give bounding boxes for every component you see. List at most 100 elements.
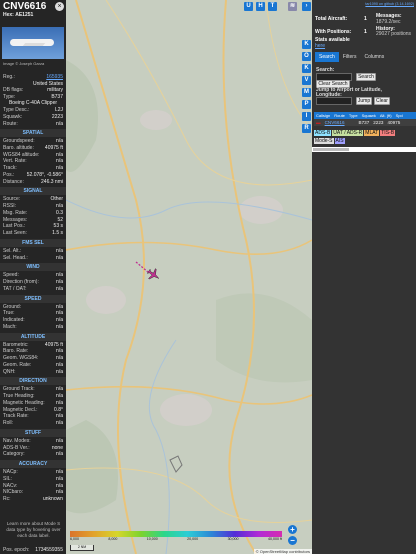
info-row-label: RSSI: — [3, 203, 17, 210]
aircraft-hex: Hex: AE1251 — [3, 12, 33, 18]
zoom-in-button[interactable]: + — [288, 525, 297, 534]
section-header-wind[interactable]: WIND — [0, 263, 66, 272]
column-header[interactable]: Squawk — [360, 112, 378, 119]
column-header[interactable]: Type — [347, 112, 360, 119]
info-row-value: 52 — [57, 216, 63, 223]
info-row-label: QNH: — [3, 368, 16, 375]
info-row-label: Last Seen: — [3, 230, 27, 237]
info-row-label: Pos. epoch: — [3, 547, 30, 553]
info-row-value: 246.3 nmi — [41, 178, 63, 185]
info-row-value: United States — [32, 80, 63, 87]
info-row-value: n/a — [56, 475, 63, 482]
info-row-value: 40975 ft — [44, 341, 63, 348]
map-button-h[interactable]: H — [256, 2, 265, 11]
info-row-label: True Heading: — [3, 393, 35, 400]
source-badge: AIS — [334, 138, 345, 144]
section-header-spatial[interactable]: SPATIAL — [0, 129, 66, 138]
info-row-value: n/a — [56, 285, 63, 292]
section-header-direction[interactable]: DIRECTION — [0, 377, 66, 386]
source-badge: Mode-S — [314, 138, 334, 144]
info-row-label: WGS84 altitude: — [3, 151, 40, 158]
aircraft-info-panel: CNV6616 × Hex: AE1251 Image © Joseph Gar… — [0, 0, 66, 554]
aircraft-photo[interactable] — [2, 27, 64, 59]
scrollbar-thumb[interactable] — [313, 148, 349, 151]
map-town — [239, 196, 283, 224]
legend-label: 6,000 — [70, 537, 79, 541]
close-icon[interactable]: × — [55, 2, 64, 11]
info-row-value[interactable]: 165935 — [46, 74, 63, 80]
source-badge: TIS-B — [380, 130, 396, 136]
info-row-value: none — [51, 444, 63, 451]
info-row-label: SIL: — [3, 475, 12, 482]
info-row-value: n/a — [56, 368, 63, 375]
tab-columns[interactable]: Columns — [360, 52, 388, 62]
jump-button[interactable]: Jump — [356, 97, 372, 105]
info-row-value: n/a — [56, 451, 63, 458]
info-row-value: n/a — [56, 120, 63, 127]
zoom-controls: + − — [288, 525, 297, 547]
map-button-r[interactable]: R — [302, 124, 311, 133]
map-button-u[interactable]: U — [244, 2, 253, 11]
table-cell: 40975 — [387, 120, 401, 125]
tab-filters[interactable]: Filters — [339, 52, 361, 62]
info-row-label: Reg.: — [3, 74, 15, 80]
panel-toggle-icon[interactable]: › — [302, 2, 311, 11]
legend-label: 8,000 — [108, 537, 118, 541]
map-button-k[interactable]: K — [302, 64, 311, 73]
column-header[interactable]: Spd — [394, 112, 405, 119]
with-positions-label: With Positions: — [315, 29, 352, 35]
section-header-fms[interactable]: FMS SEL — [0, 238, 66, 247]
column-header[interactable]: Alt. (ft) — [378, 112, 394, 119]
map-attribution[interactable]: © OpenStreetMap contributors — [253, 549, 312, 554]
jump-input[interactable] — [316, 97, 352, 105]
table-row[interactable]: ▬ CNV6616 B737 2223 40975 — [314, 119, 416, 126]
source-badge: ADS-B — [314, 130, 332, 136]
info-row-label: Roll: — [3, 420, 14, 427]
plane-image-wing — [22, 43, 46, 46]
source-legend-row: Mode-S AIS — [314, 137, 416, 145]
map-view[interactable]: UHT ≋ › KOKVMPIR 6,000 8,000 10,000 20,000 3… — [66, 0, 312, 554]
zoom-out-button[interactable]: − — [288, 536, 297, 545]
section-header-speed[interactable]: SPEED — [0, 294, 66, 303]
info-row-label: Route: — [3, 120, 18, 127]
panel-tabs: Search Filters Columns — [315, 52, 415, 62]
info-row-label: Baro. Rate: — [3, 348, 29, 355]
info-row-value: n/a — [56, 393, 63, 400]
info-row-value: n/a — [56, 399, 63, 406]
info-row-value: n/a — [56, 489, 63, 496]
version-link[interactable]: tar1090 on github (3.14.1692) — [365, 2, 414, 6]
map-button-k[interactable]: K — [302, 40, 311, 49]
info-row-label: TAT / OAT: — [3, 285, 27, 292]
section-header-altitude[interactable]: ALTITUDE — [0, 332, 66, 341]
section-header-signal[interactable]: SIGNAL — [0, 187, 66, 196]
info-row-label: NICbaro: — [3, 489, 24, 496]
table-scrollbar[interactable] — [312, 147, 416, 152]
map-button-m[interactable]: M — [302, 88, 311, 97]
info-row-value: n/a — [56, 303, 63, 310]
search-button[interactable]: Search — [356, 73, 376, 81]
info-row-value: n/a — [56, 437, 63, 444]
map-button-i[interactable]: I — [302, 112, 311, 121]
info-row-value: 1.5 s — [52, 230, 63, 237]
info-row-value: n/a — [56, 272, 63, 279]
layers-icon[interactable]: ≋ — [288, 2, 297, 11]
map-button-o[interactable]: O — [302, 52, 311, 61]
table-cell[interactable]: CNV6616 — [323, 119, 347, 126]
clear-button[interactable]: Clear — [374, 97, 390, 105]
info-row-label: DB flags: — [3, 87, 24, 94]
map-button-p[interactable]: P — [302, 100, 311, 109]
tab-search[interactable]: Search — [315, 52, 339, 62]
map-button-t[interactable]: T — [268, 2, 277, 11]
total-aircraft-label: Total Aircraft: — [315, 16, 348, 22]
map-town — [140, 110, 172, 130]
section-header-accuracy[interactable]: ACCURACY — [0, 460, 66, 469]
column-header[interactable]: Route — [332, 112, 347, 119]
map-canvas — [66, 0, 312, 554]
section-header-stuff[interactable]: STUFF — [0, 428, 66, 437]
map-button-v[interactable]: V — [302, 76, 311, 85]
info-row-value: 0.3 — [56, 209, 63, 216]
column-header[interactable]: Callsign — [314, 112, 332, 119]
source-badge: MLAT — [364, 130, 380, 136]
info-row-value: 0.8° — [54, 406, 63, 413]
stats-link[interactable]: here — [315, 43, 325, 49]
